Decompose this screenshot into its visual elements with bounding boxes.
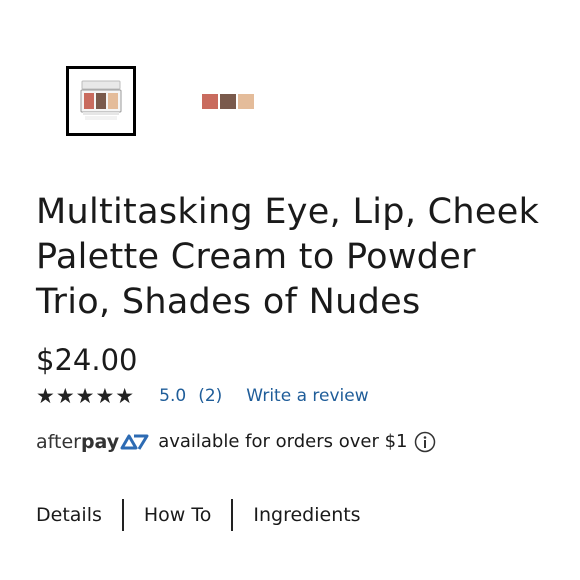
palette-open-image <box>80 80 122 120</box>
afterpay-row: after pay available for orders over $1 <box>36 428 436 456</box>
swatches-image <box>202 94 254 109</box>
afterpay-availability-text: available for orders over $1 <box>158 431 408 452</box>
afterpay-logo-after: after <box>36 431 81 453</box>
afterpay-arrows-icon <box>120 434 149 450</box>
write-review-link[interactable]: Write a review <box>246 384 368 408</box>
tab-divider <box>121 499 124 531</box>
tab-ingredients[interactable]: Ingredients <box>253 498 360 532</box>
tab-details[interactable]: Details <box>36 498 102 532</box>
product-tabs: Details How To Ingredients <box>36 498 361 532</box>
afterpay-logo: after pay <box>36 428 150 456</box>
review-count[interactable]: (2) <box>198 384 222 408</box>
product-title: Multitasking Eye, Lip, Cheek Palette Cre… <box>36 192 540 322</box>
info-icon[interactable] <box>414 431 436 453</box>
thumbnail-swatches[interactable] <box>196 68 262 134</box>
tab-how-to[interactable]: How To <box>144 498 212 532</box>
tab-divider <box>231 499 234 531</box>
product-price: $24.00 <box>36 343 138 377</box>
afterpay-logo-pay: pay <box>80 431 120 453</box>
rating-value[interactable]: 5.0 <box>159 384 186 408</box>
star-rating-icon: ★★★★★ <box>36 384 136 408</box>
thumbnail-strip <box>66 66 262 136</box>
thumbnail-palette-open[interactable] <box>66 66 136 136</box>
rating-row: ★★★★★ 5.0 (2) Write a review <box>36 384 369 408</box>
